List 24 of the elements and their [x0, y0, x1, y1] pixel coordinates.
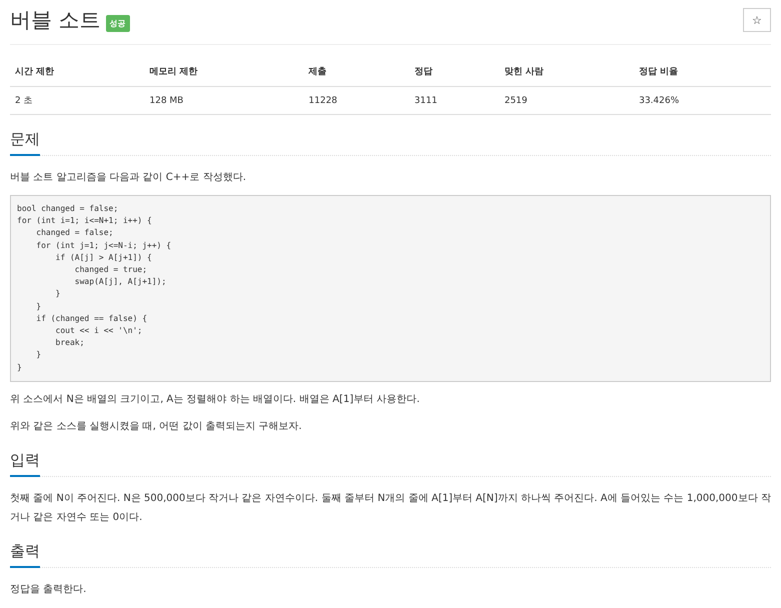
table-cell: 2 초: [10, 86, 144, 114]
column-header: 시간 제한: [10, 57, 144, 86]
status-badge: 성공: [106, 14, 130, 32]
column-header: 정답: [409, 57, 500, 86]
paragraph: 정답을 출력한다.: [10, 582, 88, 597]
section-heading: 입력: [10, 450, 40, 477]
column-header: 메모리 제한: [144, 57, 304, 86]
paragraph: 버블 소트 알고리즘을 다음과 같이 C++로 작성했다.: [10, 171, 247, 185]
paragraph: 위와 같은 소스를 실행시켰을 때, 어떤 값이 출력되는지 구해보자.: [10, 420, 303, 434]
column-header: 맞힌 사람: [499, 57, 634, 86]
column-header: 정답 비율: [634, 57, 771, 86]
star-button[interactable]: ☆: [743, 8, 771, 32]
paragraph: 첫째 줄에 N이 주어진다. N은 500,000보다 작거나 같은 자연수이다. 둘째 줄부터 N개의 줄에 A[1]부터 A[N]까지 하나씩 주어진다. A에 들어있는 수는 1,000,000보다 작거나 같은 자연수 또는 0이다.: [10, 492, 771, 525]
table-cell: 128 MB: [144, 86, 304, 114]
table-cell: 33.426%: [634, 86, 771, 114]
column-header: 제출: [304, 57, 410, 86]
table-cell: 3111: [409, 86, 500, 114]
section-heading: 출력: [10, 542, 40, 568]
table-cell: 2519: [499, 86, 634, 114]
code-block: bool changed = false; for (int i=1; i<=N+1; i++) { changed = false; for (int j=1; j<=N-i; j++) { if (A[j] > A[j+1]) { changed = true; swap(A[j], A[j+1]); } } if (changed == false) { cout << i << '\n'; break; } }: [10, 195, 771, 382]
paragraph: 위 소스에서 N은 배열의 크기이고, A는 정렬해야 하는 배열이다. 배열은 A[1]부터 사용한다.: [10, 392, 421, 407]
section-heading: 문제: [10, 130, 40, 156]
table-cell: 11228: [304, 86, 410, 114]
problem-title: 버블 소트: [10, 7, 101, 34]
